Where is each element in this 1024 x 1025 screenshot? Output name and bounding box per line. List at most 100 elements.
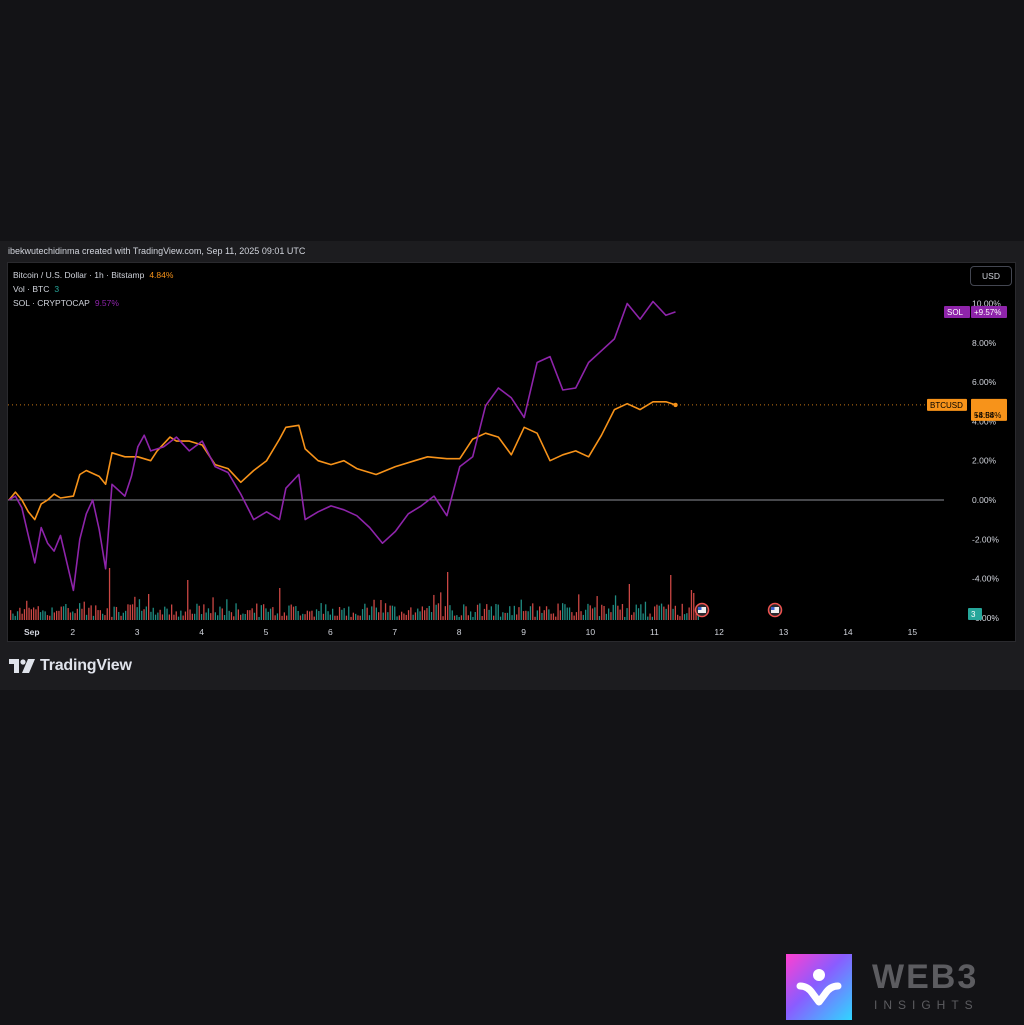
x-tick-label: 11 [650,627,659,637]
volume-bar [83,601,85,620]
volume-bar [626,608,628,620]
web3-insights-watermark: WEB3 INSIGHTS [786,954,986,1020]
volume-bar [490,606,492,620]
volume-bar [617,605,619,620]
volume-bar [518,607,520,620]
event-flag-canton [698,607,702,610]
watermark-title: WEB3 [872,958,979,996]
volume-bar [39,612,42,620]
volume-bar [85,614,88,620]
legend-main-value: 4.84% [149,270,174,280]
y-tick-label: 6.00% [972,377,997,387]
web3-logo-icon [786,954,852,1020]
sol-value-badge: +9.57% [974,308,1001,317]
volume-bar [384,603,387,620]
volume-bar [53,612,55,620]
volume-bar [283,612,285,620]
volume-bar [217,615,219,620]
volume-bar [456,615,458,620]
volume-bar [237,609,239,620]
volume-bar [129,604,131,620]
sol-series-line[interactable] [8,300,676,592]
x-tick-label: 10 [586,627,596,637]
volume-bar [23,609,26,620]
btc-name-badge: BTCUSD [930,401,963,410]
volume-bar [451,610,453,620]
volume-bar [198,605,200,620]
volume-bar [33,607,35,620]
legend-sol[interactable]: SOL · CRYPTOCAP 9.57% [13,296,173,310]
volume-bar [513,605,515,620]
volume-bar [421,606,423,620]
chart-plot[interactable]: 10.00%8.00%6.00%4.00%2.00%0.00%-2.00%-4.… [8,263,1015,641]
x-tick-label: 8 [457,627,462,637]
volume-bar [463,604,465,620]
volume-bar [212,597,214,620]
volume-bar [230,612,233,620]
chart-frame[interactable]: 10.00% 8.00% 6.00% 4.00% 2.00% 0.00% -2.00% -4.… [7,262,1016,642]
y-tick-label: 2.00% [972,456,997,466]
volume-bar [437,603,440,620]
volume-bar [486,604,488,620]
volume-bar [295,606,297,620]
volume-bar [200,614,203,620]
volume-bar [10,610,12,620]
volume-bar [405,614,407,620]
volume-bar [286,615,288,620]
volume-bar [194,613,196,620]
volume-bar [315,609,318,620]
volume-bar [113,606,115,620]
volume-bar [608,608,610,620]
volume-bar [131,604,134,620]
currency-button[interactable]: USD [970,266,1012,286]
volume-bar [355,613,357,620]
volume-bar [493,615,495,620]
volume-bar [49,615,51,620]
btcusd-series-line[interactable] [8,401,676,521]
volume-bar [226,599,228,620]
vol-badge: 3 [971,610,976,619]
volume-bar [269,608,272,620]
legend-volume[interactable]: Vol · BTC 3 [13,282,173,296]
volume-bar [511,615,513,620]
x-tick-label: 4 [199,627,204,637]
volume-bar [67,608,69,620]
legend-main[interactable]: Bitcoin / U.S. Dollar · 1h · Bitstamp 4.8… [13,268,173,282]
volume-bar [332,608,334,620]
volume-bar [614,595,617,620]
volume-bar [430,612,433,620]
volume-bar [509,606,511,620]
x-tick-label: 12 [714,627,724,637]
tradingview-wordmark: TradingView [40,657,132,674]
volume-bar [497,604,499,620]
volume-bar [601,604,603,620]
volume-bar [263,604,265,620]
volume-bar [428,605,430,620]
volume-bar [309,611,311,620]
volume-bar [184,611,187,620]
volume-bar [596,596,598,620]
volume-bar [582,614,584,620]
volume-bar [366,607,368,620]
volume-bar [258,616,260,620]
volume-bar [19,607,21,620]
volume-bar [219,606,221,620]
volume-bar [679,616,681,620]
volume-bar [233,616,235,620]
volume-bar [534,616,536,620]
volume-bar [640,604,642,620]
volume-bar [272,607,274,620]
x-tick-label: 9 [521,627,526,637]
chart-legend: Bitcoin / U.S. Dollar · 1h · Bitstamp 4.8… [13,268,173,310]
volume-bar [336,615,338,620]
volume-bar [173,614,175,620]
volume-bar [191,613,193,620]
volume-bar [338,606,341,620]
volume-bar [102,613,104,620]
volume-bar [189,609,191,620]
tradingview-brand[interactable]: TradingView [9,657,132,675]
volume-bar [182,615,184,620]
volume-bar [166,608,168,620]
sol-name-badge: SOL [947,308,964,317]
volume-bar [447,572,449,620]
